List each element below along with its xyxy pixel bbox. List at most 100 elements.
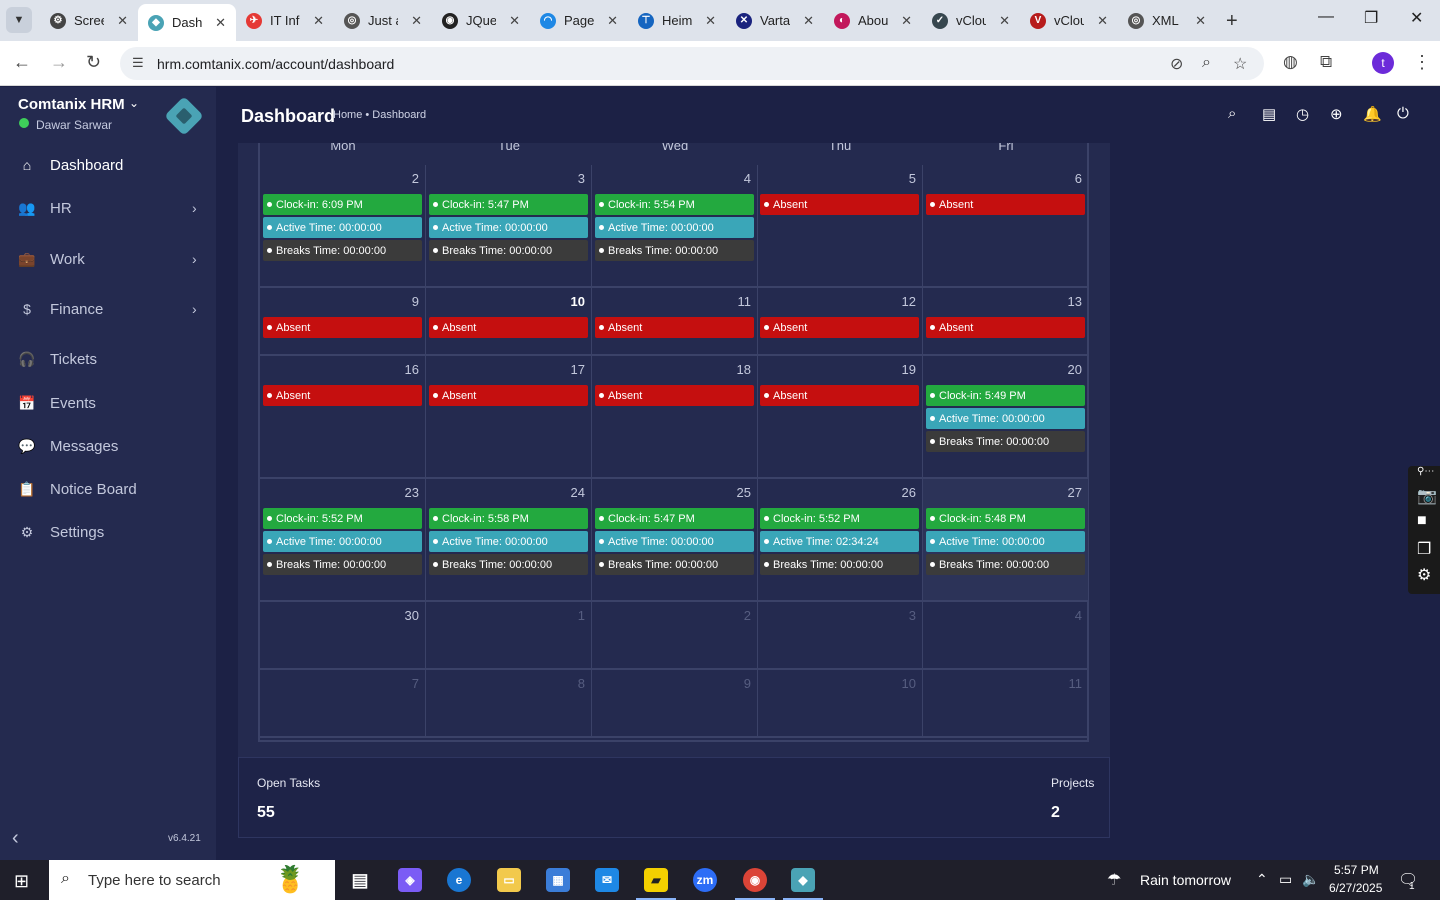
- zoom-icon[interactable]: ⌕: [1202, 54, 1211, 72]
- sidebar-item-tickets[interactable]: 🎧 Tickets: [0, 339, 216, 379]
- calendar-day-cell[interactable]: 23 Clock-in: 5:52 PM Active Time: 00:00:00…: [260, 479, 426, 602]
- chevron-down-icon[interactable]: ⌄: [129, 96, 139, 110]
- breaks-time-event[interactable]: Breaks Time: 00:00:00: [595, 554, 754, 575]
- active-time-event[interactable]: Active Time: 00:00:00: [263, 217, 422, 238]
- window-icon[interactable]: ❐: [1417, 539, 1431, 559]
- taskbar-search[interactable]: ⌕ Type here to search 🍍: [49, 860, 335, 900]
- sidebar-item-dashboard[interactable]: ⌂ Dashboard: [0, 145, 216, 185]
- address-bar[interactable]: ☰ hrm.comtanix.com/account/dashboard ⊘ ⌕…: [120, 47, 1264, 80]
- calendar-day-cell[interactable]: 20 Clock-in: 5:49 PM Active Time: 00:00:00…: [923, 356, 1089, 479]
- day-number[interactable]: 18: [737, 362, 751, 377]
- close-tab-icon[interactable]: ✕: [1195, 13, 1206, 29]
- close-window-button[interactable]: ✕: [1410, 8, 1423, 28]
- close-tab-icon[interactable]: ✕: [999, 13, 1010, 29]
- calendar-day-cell[interactable]: 3: [757, 602, 923, 670]
- close-tab-icon[interactable]: ✕: [313, 13, 324, 29]
- new-tab-button[interactable]: +: [1226, 10, 1238, 33]
- day-number[interactable]: 6: [1075, 171, 1082, 186]
- day-number[interactable]: 19: [902, 362, 916, 377]
- calendar-day-cell[interactable]: 9 Absent: [260, 288, 426, 356]
- collapse-sidebar-icon[interactable]: ‹: [12, 827, 19, 850]
- network-icon[interactable]: ▭: [1279, 871, 1292, 888]
- calendar-day-cell[interactable]: 4 Clock-in: 5:54 PM Active Time: 00:00:00 B…: [592, 165, 758, 288]
- absent-event[interactable]: Absent: [926, 194, 1085, 215]
- day-number[interactable]: 9: [412, 294, 419, 309]
- browser-tab[interactable]: ◠ Page ✕: [530, 0, 628, 41]
- active-time-event[interactable]: Active Time: 00:00:00: [595, 531, 754, 552]
- active-time-event[interactable]: Active Time: 00:00:00: [263, 531, 422, 552]
- minimize-button[interactable]: —: [1318, 8, 1334, 26]
- store-icon[interactable]: ▦: [546, 868, 570, 892]
- sidebar-item-events[interactable]: 📅 Events: [0, 383, 216, 423]
- day-number[interactable]: 1: [578, 608, 585, 623]
- projects-value[interactable]: 2: [1051, 804, 1060, 822]
- day-number[interactable]: 4: [1075, 608, 1082, 623]
- clock-in-event[interactable]: Clock-in: 5:52 PM: [760, 508, 919, 529]
- active-time-event[interactable]: Active Time: 00:00:00: [429, 531, 588, 552]
- restore-button[interactable]: ❐: [1364, 8, 1378, 28]
- clock-in-event[interactable]: Clock-in: 5:48 PM: [926, 508, 1085, 529]
- globe-extension-icon[interactable]: ◍: [1283, 52, 1298, 72]
- browser-tab[interactable]: VvCloud ✕: [1020, 0, 1118, 41]
- calendar-day-cell[interactable]: 4: [923, 602, 1089, 670]
- power-icon[interactable]: ⏻: [1397, 105, 1409, 122]
- day-number[interactable]: 11: [738, 294, 752, 309]
- day-number[interactable]: 7: [412, 676, 419, 691]
- url-text[interactable]: hrm.comtanix.com/account/dashboard: [157, 56, 394, 72]
- day-number[interactable]: 16: [405, 362, 419, 377]
- absent-event[interactable]: Absent: [429, 385, 588, 406]
- absent-event[interactable]: Absent: [263, 317, 422, 338]
- file-explorer-icon[interactable]: ▭: [497, 868, 521, 892]
- open-tasks-value[interactable]: 55: [257, 804, 275, 822]
- profile-avatar[interactable]: t: [1372, 52, 1394, 74]
- breadcrumb[interactable]: Home • Dashboard: [333, 109, 426, 121]
- clock-in-event[interactable]: Clock-in: 5:49 PM: [926, 385, 1085, 406]
- absent-event[interactable]: Absent: [760, 194, 919, 215]
- day-number[interactable]: 4: [744, 171, 751, 186]
- day-number[interactable]: 23: [405, 485, 419, 500]
- calendar-day-cell[interactable]: 8: [426, 670, 592, 738]
- calendar-day-cell[interactable]: 27 Clock-in: 5:48 PM Active Time: 00:00:00…: [923, 479, 1089, 602]
- calendar-day-cell[interactable]: 7: [260, 670, 426, 738]
- breaks-time-event[interactable]: Breaks Time: 00:00:00: [263, 554, 422, 575]
- clock-in-event[interactable]: Clock-in: 6:09 PM: [263, 194, 422, 215]
- extensions-puzzle-icon[interactable]: ⧉: [1320, 52, 1332, 72]
- active-time-event[interactable]: Active Time: 02:34:24: [760, 531, 919, 552]
- zoom-app-icon[interactable]: zm: [693, 868, 717, 892]
- close-tab-icon[interactable]: ✕: [803, 13, 814, 29]
- sidebar-item-settings[interactable]: ⚙ Settings: [0, 512, 216, 552]
- day-number[interactable]: 2: [412, 171, 419, 186]
- day-number[interactable]: 25: [737, 485, 751, 500]
- breaks-time-event[interactable]: Breaks Time: 00:00:00: [926, 554, 1085, 575]
- absent-event[interactable]: Absent: [429, 317, 588, 338]
- browser-tab[interactable]: ✕ Varta ✕: [726, 0, 824, 41]
- day-number[interactable]: 27: [1068, 485, 1082, 500]
- absent-event[interactable]: Absent: [595, 317, 754, 338]
- close-tab-icon[interactable]: ✕: [117, 13, 128, 29]
- copilot-icon[interactable]: ◈: [398, 868, 422, 892]
- close-tab-icon[interactable]: ✕: [901, 13, 912, 29]
- calendar-day-cell[interactable]: 6 Absent: [923, 165, 1089, 288]
- breaks-time-event[interactable]: Breaks Time: 00:00:00: [263, 240, 422, 261]
- browser-tab[interactable]: ✓ vCloud ✕: [922, 0, 1020, 41]
- weather-rain-icon[interactable]: ☂: [1107, 870, 1121, 890]
- sidebar-item-notice-board[interactable]: 📋 Notice Board: [0, 469, 216, 509]
- close-tab-icon[interactable]: ✕: [509, 13, 520, 29]
- camera-icon[interactable]: 📷: [1417, 486, 1437, 506]
- calendar-day-cell[interactable]: 26 Clock-in: 5:52 PM Active Time: 02:34:24…: [757, 479, 923, 602]
- site-info-icon[interactable]: ☰: [132, 55, 144, 71]
- day-number[interactable]: 5: [909, 171, 916, 186]
- calendar-day-cell[interactable]: 9: [592, 670, 758, 738]
- calendar-day-cell[interactable]: 24 Clock-in: 5:58 PM Active Time: 00:00:00…: [426, 479, 592, 602]
- day-number[interactable]: 3: [578, 171, 585, 186]
- hrm-app-icon[interactable]: ◆: [783, 868, 823, 900]
- close-tab-icon[interactable]: ✕: [215, 15, 226, 31]
- breaks-time-event[interactable]: Breaks Time: 00:00:00: [595, 240, 754, 261]
- day-number[interactable]: 17: [571, 362, 585, 377]
- brand-name[interactable]: Comtanix HRM: [18, 96, 125, 113]
- bookmark-star-icon[interactable]: ☆: [1233, 54, 1247, 74]
- chevron-up-icon[interactable]: ⌃: [1256, 871, 1268, 888]
- add-circle-icon[interactable]: ⊕: [1330, 105, 1343, 123]
- sidebar-item-work[interactable]: 💼 Work ›: [0, 239, 216, 279]
- clock-in-event[interactable]: Clock-in: 5:47 PM: [429, 194, 588, 215]
